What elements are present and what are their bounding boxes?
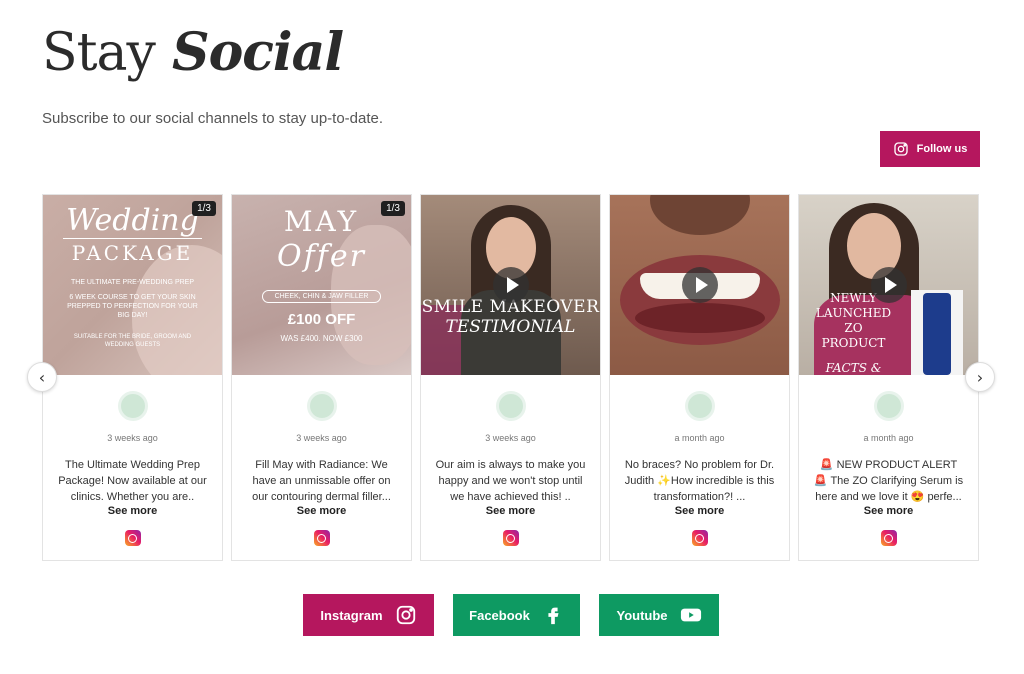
play-icon[interactable] (682, 267, 718, 303)
post-caption: No braces? No problem for Dr. Judith ✨Ho… (624, 459, 775, 503)
instagram-feed-carousel: Wedding PACKAGE THE ULTIMATE PRE-WEDDING… (42, 194, 980, 561)
post-caption: Our aim is always to make you happy and … (435, 459, 586, 503)
slide-counter: 1/3 (381, 201, 405, 216)
instagram-icon[interactable] (502, 530, 519, 546)
see-more-link[interactable]: See more (232, 505, 411, 517)
post-card[interactable]: NEWLY LAUNCHED ZO PRODUCT FACTS & a mont… (798, 194, 979, 561)
post-card[interactable]: SMILE MAKEOVER TESTIMONIAL 3 weeks ago O… (420, 194, 601, 561)
post-image[interactable]: Wedding PACKAGE THE ULTIMATE PRE-WEDDING… (43, 195, 222, 375)
subtitle: Subscribe to our social channels to stay… (42, 110, 384, 127)
post-video[interactable] (610, 195, 789, 375)
avatar (684, 391, 715, 421)
post-card[interactable]: Wedding PACKAGE THE ULTIMATE PRE-WEDDING… (42, 194, 223, 561)
post-time: 3 weeks ago (296, 433, 347, 443)
media-subheading: TESTIMONIAL (445, 317, 576, 337)
instagram-icon[interactable] (691, 530, 708, 546)
media-line: SUITABLE FOR THE BRIDE, GROOM AND WEDDIN… (73, 334, 192, 348)
media-line: PRODUCT (821, 336, 886, 350)
chevron-left-icon: ‹ (38, 367, 46, 387)
post-caption: 🚨 NEW PRODUCT ALERT 🚨 The ZO Clarifying … (813, 459, 964, 503)
post-caption: Fill May with Radiance: We have an unmis… (252, 459, 391, 503)
instagram-icon[interactable] (313, 530, 330, 546)
media-line: FACTS & (825, 361, 882, 375)
media-subheading: Offer (277, 239, 366, 274)
carousel-next-button[interactable]: › (965, 362, 995, 392)
media-line: WAS £400. NOW £300 (280, 334, 363, 343)
media-subheading: PACKAGE (71, 241, 194, 265)
see-more-link[interactable]: See more (43, 505, 222, 517)
media-line: 6 WEEK COURSE TO GET YOUR SKIN PREPPED T… (67, 294, 198, 319)
avatar (306, 391, 337, 421)
post-time: a month ago (863, 433, 914, 443)
play-icon[interactable] (871, 267, 907, 303)
carousel-prev-button[interactable]: ‹ (27, 362, 57, 392)
post-video[interactable]: NEWLY LAUNCHED ZO PRODUCT FACTS & (799, 195, 978, 375)
post-card[interactable]: a month ago No braces? No problem for Dr… (609, 194, 790, 561)
follow-us-button[interactable]: Follow us (880, 131, 980, 167)
post-time: 3 weeks ago (107, 433, 158, 443)
facebook-button[interactable]: Facebook (453, 594, 580, 636)
follow-us-label: Follow us (916, 143, 968, 155)
avatar (873, 391, 904, 421)
instagram-icon (893, 142, 908, 156)
title-light: Stay (42, 23, 156, 83)
chevron-right-icon: › (976, 367, 984, 387)
page-title: Stay Social (42, 22, 344, 83)
facebook-button-label: Facebook (469, 607, 530, 623)
play-icon[interactable] (493, 267, 529, 303)
post-time: a month ago (674, 433, 725, 443)
youtube-button-label: Youtube (616, 607, 668, 623)
media-line: £100 OFF (287, 311, 356, 328)
post-time: 3 weeks ago (485, 433, 536, 443)
avatar (495, 391, 526, 421)
post-caption: The Ultimate Wedding Prep Package! Now a… (58, 459, 207, 503)
instagram-icon[interactable] (124, 530, 141, 546)
instagram-icon (396, 605, 415, 625)
media-line: ZO (844, 321, 863, 335)
post-video[interactable]: SMILE MAKEOVER TESTIMONIAL (421, 195, 600, 375)
slide-counter: 1/3 (192, 201, 216, 216)
media-line: CHEEK, CHIN & JAW FILLER (262, 290, 381, 303)
see-more-link[interactable]: See more (421, 505, 600, 517)
instagram-button[interactable]: Instagram (303, 594, 434, 636)
title-bold: Social (172, 22, 344, 83)
avatar (117, 391, 148, 421)
see-more-link[interactable]: See more (799, 505, 978, 517)
instagram-icon[interactable] (880, 530, 897, 546)
youtube-icon (680, 608, 701, 622)
media-line: THE ULTIMATE PRE-WEDDING PREP (70, 279, 195, 286)
see-more-link[interactable]: See more (610, 505, 789, 517)
instagram-button-label: Instagram (320, 607, 383, 623)
youtube-button[interactable]: Youtube (599, 594, 719, 636)
post-image[interactable]: MAY Offer CHEEK, CHIN & JAW FILLER £100 … (232, 195, 411, 375)
post-card[interactable]: MAY Offer CHEEK, CHIN & JAW FILLER £100 … (231, 194, 412, 561)
facebook-icon (548, 607, 559, 625)
media-line: LAUNCHED (815, 306, 892, 320)
